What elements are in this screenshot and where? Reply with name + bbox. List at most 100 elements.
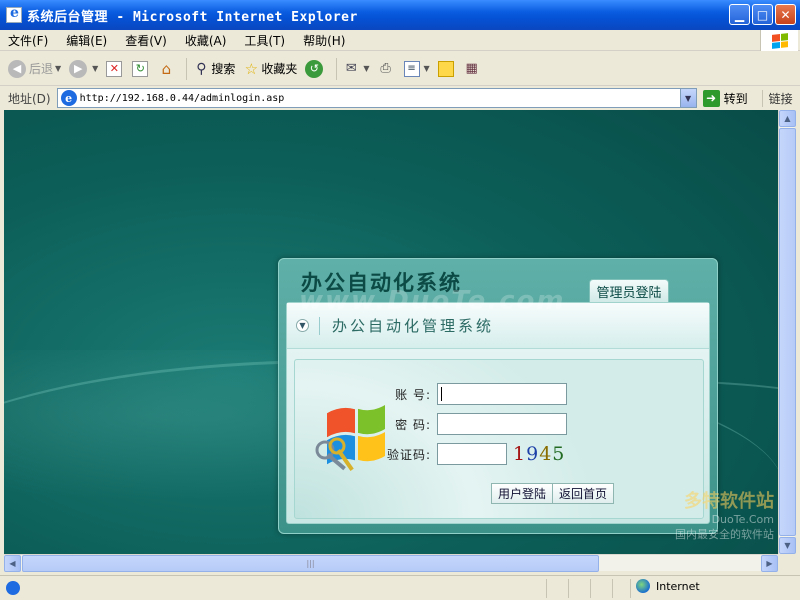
mail-button[interactable]: ✉ ▼ xyxy=(343,61,370,77)
horizontal-scroll-thumb[interactable]: ||| xyxy=(22,555,599,572)
page-ie-icon: e xyxy=(60,90,77,106)
vertical-scrollbar[interactable]: ▲ ▼ xyxy=(778,110,796,554)
menu-favorites[interactable]: 收藏(A) xyxy=(185,32,227,49)
form-buttons: 用户登陆 返回首页 xyxy=(491,483,615,504)
messenger-icon xyxy=(437,60,454,77)
watermark: www.DuoTe.com xyxy=(299,286,566,316)
login-form: 账 号: 密 码: 验证码: 1945 用户登陆 返回首页 xyxy=(294,359,704,519)
password-input[interactable] xyxy=(437,413,567,435)
ie-icon xyxy=(6,5,22,23)
home-button[interactable]: ⌂ xyxy=(158,59,176,78)
panel-subtitle: 办公自动化管理系统 xyxy=(332,317,495,335)
stop-button[interactable]: ✕ xyxy=(106,60,124,77)
search-label: 搜索 xyxy=(211,62,236,76)
toolbar-separator xyxy=(336,57,338,80)
captcha-digit: 5 xyxy=(552,443,566,465)
account-input[interactable] xyxy=(437,383,567,405)
account-label: 账 号: xyxy=(395,387,431,402)
back-dropdown-icon[interactable]: ▼ xyxy=(55,64,61,73)
window-title: 系统后台管理 - Microsoft Internet Explorer xyxy=(27,9,358,25)
forward-dropdown-icon[interactable]: ▼ xyxy=(92,64,98,73)
scroll-up-button[interactable]: ▲ xyxy=(779,110,796,127)
go-label: 转到 xyxy=(723,91,748,106)
address-input[interactable]: e http://192.168.0.44/adminlogin.asp ▼ xyxy=(56,88,697,108)
menu-bar: 文件(F) 编辑(E) 查看(V) 收藏(A) 工具(T) 帮助(H) xyxy=(0,30,800,51)
print-icon: ⎙ xyxy=(380,61,391,76)
menu-edit[interactable]: 编辑(E) xyxy=(66,32,107,49)
title-bar: 系统后台管理 - Microsoft Internet Explorer ▁ □… xyxy=(0,0,800,30)
panel-body: ▼ 办公自动化管理系统 账 号: 密 码: 验证码: 1945 用户登陆 返回首… xyxy=(286,302,710,524)
search-button[interactable]: ⚲ 搜索 xyxy=(193,60,235,77)
status-divider xyxy=(612,578,613,598)
captcha-digit: 4 xyxy=(539,443,553,465)
mail-dropdown-icon[interactable]: ▼ xyxy=(363,64,369,73)
messenger-button[interactable] xyxy=(437,60,456,77)
back-label: 后退 xyxy=(29,62,54,76)
captcha-image[interactable]: 1945 xyxy=(513,443,565,465)
account-row: 账 号: xyxy=(377,383,567,405)
scroll-left-button[interactable]: ◀ xyxy=(4,555,21,572)
history-button[interactable]: ↺ xyxy=(305,59,326,78)
home-icon: ⌂ xyxy=(161,59,172,78)
search-icon: ⚲ xyxy=(196,60,207,77)
windows-keys-logo-icon xyxy=(315,405,385,471)
divider xyxy=(319,316,320,335)
edit-dropdown-icon[interactable]: ▼ xyxy=(424,64,430,73)
forward-button[interactable]: ▶ ▼ xyxy=(69,59,98,78)
go-button[interactable]: ➜ 转到 xyxy=(702,89,748,107)
vertical-scroll-thumb[interactable] xyxy=(779,128,796,536)
password-row: 密 码: xyxy=(377,413,567,435)
refresh-icon: ↻ xyxy=(132,60,149,77)
watermark-slogan: 国内最安全的软件站 xyxy=(675,528,774,541)
favorites-label: 收藏夹 xyxy=(261,62,298,76)
status-bar: Internet xyxy=(0,575,800,600)
links-button[interactable]: 链接 xyxy=(761,89,793,107)
back-button[interactable]: ◀ 后退 ▼ xyxy=(8,59,61,78)
scroll-down-button[interactable]: ▼ xyxy=(779,537,796,554)
favorites-button[interactable]: ☆ 收藏夹 xyxy=(243,59,298,78)
mail-icon: ✉ xyxy=(345,61,357,76)
go-icon: ➜ xyxy=(702,89,720,107)
research-button[interactable]: ▦ xyxy=(464,61,482,77)
history-icon: ↺ xyxy=(305,59,324,78)
address-dropdown-icon[interactable]: ▼ xyxy=(679,89,696,107)
tab-admin-login[interactable]: 管理员登陆 xyxy=(589,279,669,303)
status-divider xyxy=(630,578,631,598)
horizontal-scrollbar[interactable]: ◀ ||| ▶ xyxy=(4,554,778,572)
address-url[interactable]: http://192.168.0.44/adminlogin.asp xyxy=(80,93,285,104)
edit-icon: ≡ xyxy=(403,60,420,77)
captcha-digit: 9 xyxy=(526,443,540,465)
refresh-button[interactable]: ↻ xyxy=(132,60,150,77)
favorites-icon: ☆ xyxy=(244,59,259,78)
scroll-right-button[interactable]: ▶ xyxy=(761,555,778,572)
watermark-brand-name: 多特软件站 xyxy=(684,491,774,512)
security-zone: Internet xyxy=(636,579,700,593)
zone-label: Internet xyxy=(656,579,700,593)
stop-icon: ✕ xyxy=(106,60,123,77)
captcha-row: 验证码: 1945 xyxy=(377,443,565,465)
back-icon: ◀ xyxy=(8,59,26,78)
close-button[interactable]: ✕ xyxy=(775,4,796,25)
edit-button[interactable]: ≡ ▼ xyxy=(403,60,430,77)
menu-view[interactable]: 查看(V) xyxy=(125,32,167,49)
print-button[interactable]: ⎙ xyxy=(378,61,396,77)
globe-icon xyxy=(636,579,650,593)
page-status-icon xyxy=(6,581,20,595)
toolbar-separator xyxy=(186,57,188,80)
menu-file[interactable]: 文件(F) xyxy=(8,32,48,49)
menu-tools[interactable]: 工具(T) xyxy=(244,32,285,49)
windows-flag-icon xyxy=(760,30,798,51)
maximize-button[interactable]: □ xyxy=(752,4,773,25)
login-button[interactable]: 用户登陆 xyxy=(491,483,554,504)
captcha-label: 验证码: xyxy=(386,447,431,462)
captcha-digit: 1 xyxy=(513,443,527,465)
captcha-input[interactable] xyxy=(437,443,507,465)
toolbar: ◀ 后退 ▼ ▶ ▼ ✕ ↻ ⌂ ⚲ 搜索 ☆ 收藏夹 ↺ ✉ ▼ ⎙ ≡ ▼ … xyxy=(0,52,800,86)
chevron-down-icon: ▼ xyxy=(296,319,309,332)
minimize-button[interactable]: ▁ xyxy=(729,4,750,25)
menu-help[interactable]: 帮助(H) xyxy=(303,32,345,49)
password-label: 密 码: xyxy=(395,417,431,432)
return-home-button[interactable]: 返回首页 xyxy=(553,483,615,504)
status-divider xyxy=(568,578,569,598)
address-bar: 地址(D) e http://192.168.0.44/adminlogin.a… xyxy=(0,87,800,109)
